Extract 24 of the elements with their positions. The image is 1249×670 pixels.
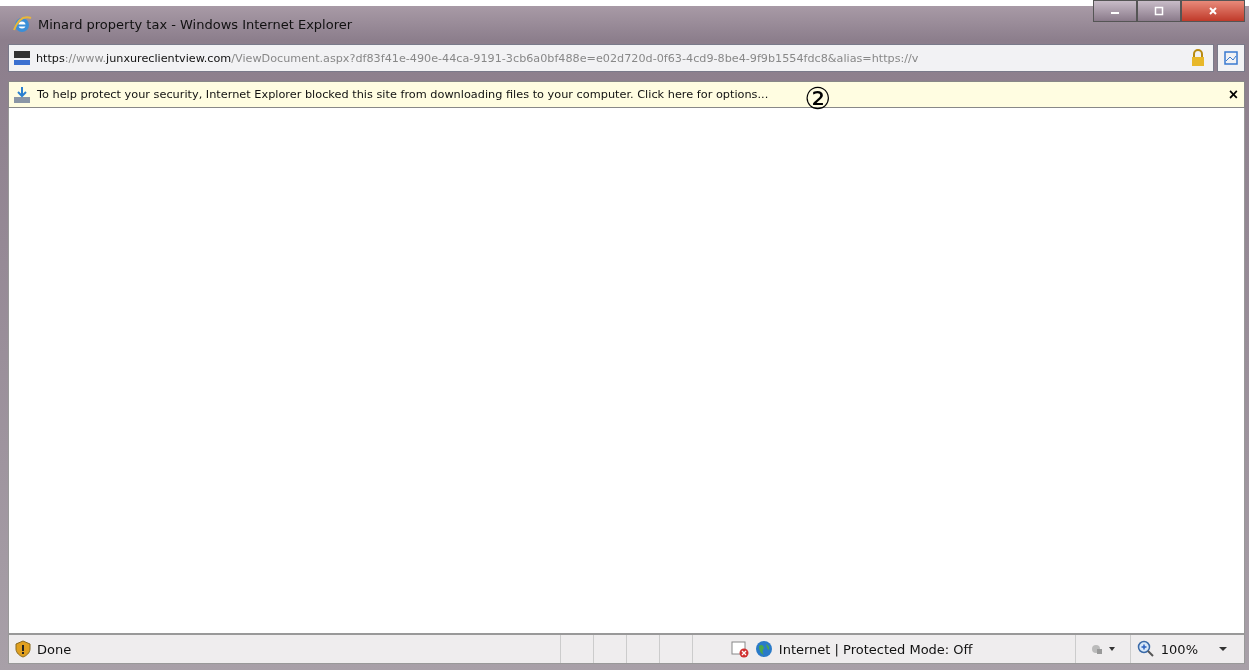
security-zone-text: Internet | Protected Mode: Off: [778, 641, 974, 657]
status-text: Done: [37, 641, 72, 657]
compatibility-view-button[interactable]: [1217, 44, 1245, 72]
zoom-level-text: 100%: [1160, 641, 1198, 657]
blocked-popup-icon[interactable]: [730, 640, 749, 658]
maximize-button[interactable]: [1137, 0, 1181, 22]
close-button[interactable]: ×: [1228, 85, 1238, 104]
address-field[interactable]: https://www.junxureclientview.com/ViewDocument.aspx?df83f41e-490e-44ca-9191-3cb6a0bf488e=e02d720d-0f63-4cd9-8be4-9f9b1554fdc8&alias=https://v: [8, 44, 1214, 72]
lock-icon: [1191, 49, 1205, 67]
shield-icon: [15, 640, 31, 658]
browser-logo-icon: [12, 14, 32, 34]
globe-icon: [754, 640, 773, 658]
maximize-icon: [1153, 6, 1165, 16]
page-chart-icon: [1223, 50, 1239, 66]
info-bar-message: To help protect your security, Internet Explorer blocked this site from downloading files to your computer. Click here for options...: [37, 88, 769, 101]
download-icon: [13, 85, 31, 104]
close-icon: [1207, 6, 1219, 16]
zoom-icon: [1136, 640, 1155, 658]
close-button[interactable]: [1181, 0, 1245, 22]
window-title: Minard property tax - Windows Internet Explorer: [38, 16, 354, 32]
minimize-button[interactable]: [1093, 0, 1137, 22]
site-icon: [13, 50, 31, 66]
caret-icon[interactable]: [1218, 646, 1228, 652]
info-bar[interactable]: To help protect your security, Internet Explorer blocked this site from downloading files to your computer. Click here for options... ② ×: [8, 81, 1245, 108]
